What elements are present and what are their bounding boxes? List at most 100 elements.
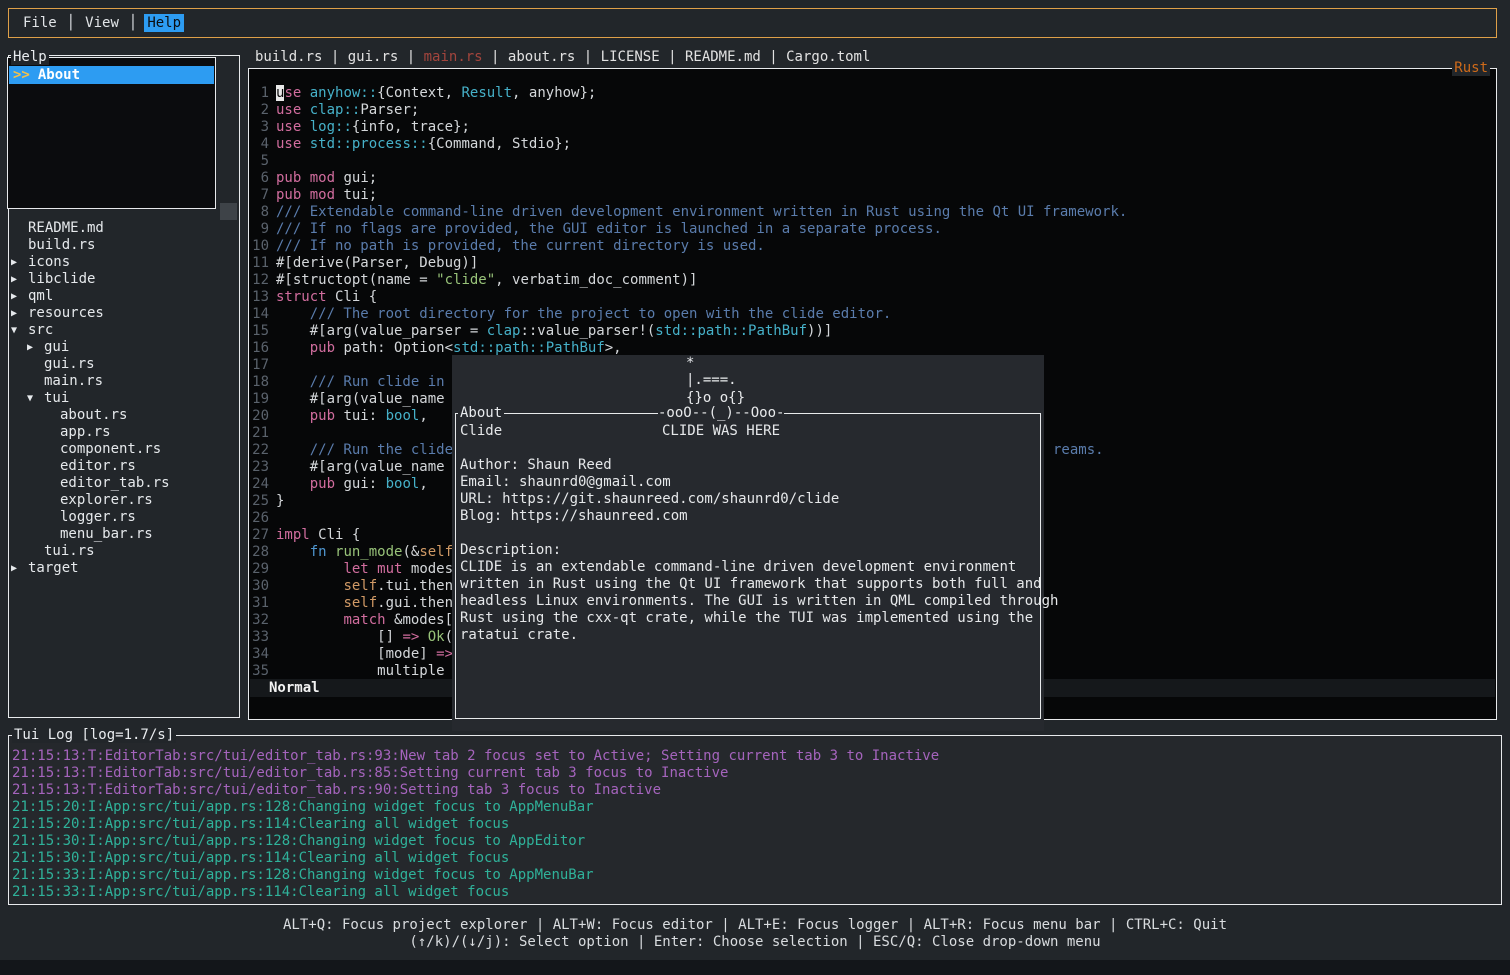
code-line[interactable]: 13struct Cli { <box>250 289 1495 306</box>
tree-item-explorer-rs[interactable]: explorer.rs <box>10 492 238 509</box>
tree-item-component-rs[interactable]: component.rs <box>10 441 238 458</box>
code-line-text: use clap::Parser; <box>276 102 419 118</box>
code-line[interactable]: 7pub mod tui; <box>250 187 1495 204</box>
about-app-row: ClideCLIDE WAS HERE <box>460 423 1038 440</box>
code-token: pub <box>276 170 301 186</box>
folder-expand-icon[interactable]: ▶ <box>11 305 28 322</box>
code-line[interactable]: 5 <box>250 153 1495 170</box>
tree-item-qml[interactable]: ▶qml <box>10 288 238 305</box>
tree-item-tui-rs[interactable]: tui.rs <box>10 543 238 560</box>
code-token: [mode] <box>276 646 436 662</box>
folder-expand-icon[interactable]: ▶ <box>11 560 28 577</box>
code-line[interactable]: 2use clap::Parser; <box>250 102 1495 119</box>
tab-LICENSE[interactable]: LICENSE <box>601 49 660 65</box>
tree-item-label: gui <box>44 339 69 355</box>
about-app-name: Clide <box>460 423 502 439</box>
tree-item-gui[interactable]: ▶gui <box>10 339 238 356</box>
menu-item-help[interactable]: Help <box>144 14 184 32</box>
tree-item-label: tui.rs <box>44 543 95 559</box>
tree-item-app-rs[interactable]: app.rs <box>10 424 238 441</box>
tree-item-build-rs[interactable]: build.rs <box>10 237 238 254</box>
tree-item-label: logger.rs <box>60 509 136 525</box>
code-line-text: #[arg(value_name = <box>276 459 470 475</box>
code-line-text: self.tui.then( <box>276 578 461 594</box>
code-line-text: match &modes[. <box>276 612 461 628</box>
code-line-text: use log::{info, trace}; <box>276 119 470 135</box>
code-line[interactable]: 10/// If no path is provided, the curren… <box>250 238 1495 255</box>
code-line[interactable]: 12#[structopt(name = "clide", verbatim_d… <box>250 272 1495 289</box>
code-token: , <box>419 408 427 424</box>
tab-build-rs[interactable]: build.rs <box>255 49 322 65</box>
folder-expand-icon[interactable]: ▶ <box>11 271 28 288</box>
code-token: .gui.then( <box>377 595 461 611</box>
line-number: 34 <box>250 646 269 663</box>
menu-item-file[interactable]: File <box>20 14 60 32</box>
about-blank-row <box>460 525 1038 542</box>
menu-bar-items: File│View│Help <box>20 14 184 32</box>
folder-collapse-icon[interactable]: ▼ <box>27 390 44 407</box>
tree-item-editor-rs[interactable]: editor.rs <box>10 458 238 475</box>
tree-item-libclide[interactable]: ▶libclide <box>10 271 238 288</box>
dropdown-item-about[interactable]: >> About <box>9 66 214 84</box>
code-token <box>301 170 309 186</box>
explorer-scrollbar-thumb[interactable] <box>220 203 237 220</box>
code-token: mod <box>310 187 335 203</box>
tree-item-menu_bar-rs[interactable]: menu_bar.rs <box>10 526 238 543</box>
code-line[interactable]: 11#[derive(Parser, Debug)] <box>250 255 1495 272</box>
code-line[interactable]: 3use log::{info, trace}; <box>250 119 1495 136</box>
folder-expand-icon[interactable]: ▶ <box>11 288 28 305</box>
line-number: 15 <box>250 323 269 340</box>
code-token: struct <box>276 289 327 305</box>
code-line-text: [mode] => <box>276 646 453 662</box>
folder-expand-icon[interactable]: ▶ <box>11 254 28 271</box>
line-number: 16 <box>250 340 269 357</box>
code-line-text: #[structopt(name = "clide", verbatim_doc… <box>276 272 697 288</box>
tree-item-tui[interactable]: ▼tui <box>10 390 238 407</box>
language-badge: Rust <box>1452 60 1490 76</box>
tree-item-target[interactable]: ▶target <box>10 560 238 577</box>
code-token: {info, trace}; <box>352 119 470 135</box>
code-token: , anyhow}; <box>512 85 596 101</box>
tree-item-about-rs[interactable]: about.rs <box>10 407 238 424</box>
tree-item-icons[interactable]: ▶icons <box>10 254 238 271</box>
tree-item-README-md[interactable]: README.md <box>10 220 238 237</box>
code-line[interactable]: 6pub mod gui; <box>250 170 1495 187</box>
about-dialog-box: About -ooO--(_)--Ooo- ClideCLIDE WAS HER… <box>455 413 1041 719</box>
tab-separator: | <box>483 49 508 65</box>
folder-expand-icon[interactable]: ▶ <box>27 339 44 356</box>
tree-item-src[interactable]: ▼src <box>10 322 238 339</box>
line-number: 32 <box>250 612 269 629</box>
tab-about-rs[interactable]: about.rs <box>508 49 575 65</box>
code-line[interactable]: 9/// If no flags are provided, the GUI e… <box>250 221 1495 238</box>
code-line-text: pub gui: bool, <box>276 476 428 492</box>
code-token: Parser; <box>360 102 419 118</box>
code-token: clap:: <box>310 102 361 118</box>
code-token <box>369 561 377 577</box>
tree-item-main-rs[interactable]: main.rs <box>10 373 238 390</box>
tab-main-rs[interactable]: main.rs <box>424 49 483 65</box>
code-line[interactable]: 15 #[arg(value_parser = clap::value_pars… <box>250 323 1495 340</box>
line-number: 4 <box>250 136 269 153</box>
code-token: pub <box>310 340 335 356</box>
code-line-text: /// The root directory for the project t… <box>276 306 891 322</box>
folder-collapse-icon[interactable]: ▼ <box>11 322 28 339</box>
code-line[interactable]: 8/// Extendable command-line driven deve… <box>250 204 1495 221</box>
tree-item-editor_tab-rs[interactable]: editor_tab.rs <box>10 475 238 492</box>
about-dialog-title: About <box>458 405 504 421</box>
menu-item-view[interactable]: View <box>82 14 122 32</box>
tab-separator: | <box>322 49 347 65</box>
code-line[interactable]: 1use anyhow::{Context, Result, anyhow}; <box>250 85 1495 102</box>
tab-Cargo-toml[interactable]: Cargo.toml <box>786 49 870 65</box>
about-description-line: Rust using the cxx-qt crate, while the T… <box>460 610 1038 627</box>
tab-gui-rs[interactable]: gui.rs <box>348 49 399 65</box>
code-line[interactable]: 14 /// The root directory for the projec… <box>250 306 1495 323</box>
tree-item-resources[interactable]: ▶resources <box>10 305 238 322</box>
line-number: 13 <box>250 289 269 306</box>
tree-item-gui-rs[interactable]: gui.rs <box>10 356 238 373</box>
code-token <box>276 595 343 611</box>
code-token: use <box>276 102 301 118</box>
tab-README-md[interactable]: README.md <box>685 49 761 65</box>
code-line[interactable]: 4use std::process::{Command, Stdio}; <box>250 136 1495 153</box>
code-token: run_mode <box>335 544 402 560</box>
tree-item-logger-rs[interactable]: logger.rs <box>10 509 238 526</box>
